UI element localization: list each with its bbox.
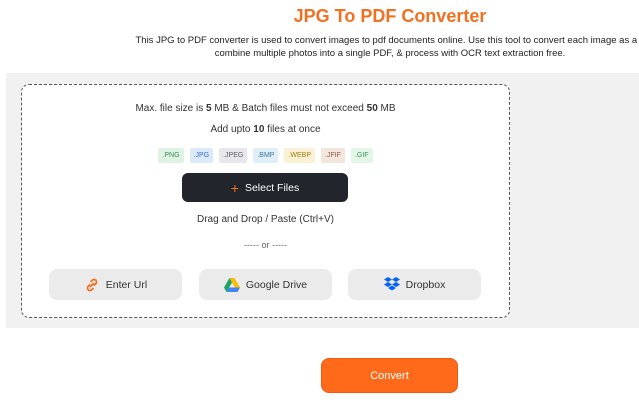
- or-divider: ----- or -----: [244, 240, 287, 250]
- format-tag: .WEBP: [284, 148, 316, 163]
- limit-mid: MB & Batch files must not exceed: [211, 103, 367, 114]
- page-description: This JPG to PDF converter is used to con…: [0, 34, 639, 60]
- google-drive-label: Google Drive: [245, 278, 308, 291]
- format-tag: .GIF: [350, 148, 373, 163]
- page-title: JPG To PDF Converter: [293, 6, 487, 26]
- limit-prefix: Max. file size is: [135, 103, 207, 114]
- limit-suffix: MB: [377, 103, 396, 114]
- plus-icon: +: [230, 179, 239, 196]
- link-icon: [86, 278, 98, 291]
- max-files: 10: [253, 124, 265, 135]
- file-size-limits: Max. file size is 5 MB & Batch files mus…: [22, 103, 509, 114]
- count-prefix: Add upto: [210, 124, 254, 135]
- format-tag: .JFIF: [321, 148, 345, 163]
- select-files-label: Select Files: [244, 181, 300, 194]
- format-tag: .PNG: [158, 148, 184, 163]
- google-drive-button[interactable]: Google Drive: [199, 269, 332, 300]
- dropbox-icon: [383, 277, 400, 291]
- dropbox-label: Dropbox: [405, 278, 446, 291]
- file-count-limit: Add upto 10 files at once: [22, 124, 509, 135]
- format-tags: .PNG .JPG .JPEG .BMP .WEBP .JFIF .GIF: [22, 148, 509, 163]
- convert-button[interactable]: Convert: [321, 358, 458, 393]
- format-tag: .JPG: [189, 148, 214, 163]
- description-line-2: combine multiple photos into a single PD…: [214, 48, 566, 59]
- format-tag: .JPEG: [219, 148, 248, 163]
- description-line-1: This JPG to PDF converter is used to con…: [135, 35, 639, 46]
- drop-zone[interactable]: Max. file size is 5 MB & Batch files mus…: [21, 84, 510, 318]
- format-tag: .BMP: [253, 148, 279, 163]
- google-drive-icon: [223, 277, 240, 292]
- enter-url-button[interactable]: Enter Url: [49, 269, 182, 300]
- drag-drop-hint: Drag and Drop / Paste (Ctrl+V): [197, 214, 334, 225]
- enter-url-label: Enter Url: [105, 278, 148, 291]
- batch-size: 50: [366, 103, 378, 114]
- count-suffix: files at once: [264, 124, 321, 135]
- dropbox-button[interactable]: Dropbox: [348, 269, 481, 300]
- select-files-button[interactable]: + Select Files: [182, 173, 348, 202]
